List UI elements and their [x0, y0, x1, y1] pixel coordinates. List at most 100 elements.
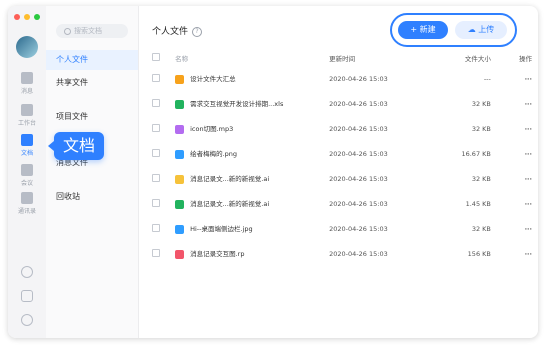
row-checkbox[interactable] [152, 191, 175, 216]
rail-item-label: 工作台 [17, 120, 36, 127]
file-size: 32 KB [471, 224, 491, 233]
more-actions-icon[interactable]: ··· [491, 241, 532, 266]
more-actions-icon[interactable]: ··· [491, 141, 532, 166]
file-name[interactable]: 绘者梅梅的.png [190, 150, 237, 158]
rail-item-messages[interactable]: 消息 [8, 72, 46, 95]
file-name[interactable]: icon切图.mp3 [190, 125, 233, 133]
row-checkbox[interactable] [152, 91, 175, 116]
more-actions-icon[interactable]: ··· [491, 116, 532, 141]
phone-icon[interactable] [21, 266, 33, 278]
icon-rail: 消息 工作台 文档 会议 通讯录 [8, 6, 47, 338]
row-checkbox[interactable] [152, 66, 175, 91]
select-all-checkbox[interactable] [152, 50, 175, 66]
file-name-cell: 设计文件大汇总 [175, 66, 329, 91]
more-icon[interactable] [21, 314, 33, 326]
file-time: 2020-04-26 15:03 [329, 199, 388, 208]
file-table: 名称 更新时间 文件大小 操作 设计文件大汇总 2020-04-26 15:03 -… [152, 50, 532, 266]
file-name[interactable]: Hi--桌面端侧边栏.jpg [190, 225, 253, 233]
table-row[interactable]: 消息记录文...新的新视觉.ai 2020-04-26 15:03 1.45 KB ·… [152, 191, 532, 216]
document-icon [21, 134, 33, 146]
docs-callout: 文档 [48, 132, 104, 160]
table-header: 名称 更新时间 文件大小 操作 [152, 50, 532, 66]
file-name[interactable]: 需求交互视觉开发设计排期...xls [190, 100, 283, 108]
page-title: 个人文件? [152, 24, 203, 37]
column-op: 操作 [519, 55, 532, 63]
row-checkbox[interactable] [152, 241, 175, 266]
more-actions-icon[interactable]: ··· [491, 191, 532, 216]
file-name-cell: 需求交互视觉开发设计排期...xls [175, 91, 329, 116]
file-size: 32 KB [471, 124, 491, 133]
more-actions-icon[interactable]: ··· [491, 216, 532, 241]
table-row[interactable]: Hi--桌面端侧边栏.jpg 2020-04-26 15:03 32 KB ··· [152, 216, 532, 241]
nav-item-shared[interactable]: 共享文件 [46, 73, 138, 93]
file-name-cell: Hi--桌面端侧边栏.jpg [175, 216, 329, 241]
upload-icon: ☁ [467, 25, 476, 34]
rail-item-docs[interactable]: 文档 [8, 134, 46, 157]
nav-item-personal[interactable]: 个人文件 [46, 50, 138, 70]
file-name-cell: 消息记录文...新的新视觉.ai [175, 166, 329, 191]
minimize-dot[interactable] [24, 14, 30, 20]
avatar[interactable] [16, 36, 38, 58]
upload-button[interactable]: ☁ 上传 [455, 21, 507, 39]
file-size: 32 KB [471, 99, 491, 108]
meeting-icon [21, 164, 33, 176]
rail-item-workspace[interactable]: 工作台 [8, 104, 46, 127]
maximize-dot[interactable] [34, 14, 40, 20]
close-dot[interactable] [14, 14, 20, 20]
column-time[interactable]: 更新时间 [329, 50, 452, 66]
file-time: 2020-04-26 15:03 [329, 174, 388, 183]
action-button-group: + 新建 ☁ 上传 [390, 13, 517, 47]
new-button-label: 新建 [419, 25, 436, 34]
file-name[interactable]: 消息记录文...新的新视觉.ai [190, 175, 269, 183]
row-checkbox[interactable] [152, 166, 175, 191]
row-checkbox[interactable] [152, 141, 175, 166]
search-input[interactable]: 搜索文档 [56, 24, 128, 38]
nav-item-project[interactable]: 项目文件 [46, 107, 138, 127]
file-name[interactable]: 消息记录交互图.rp [190, 250, 244, 258]
table-row[interactable]: 设计文件大汇总 2020-04-26 15:03 --- ··· [152, 66, 532, 91]
table-row[interactable]: 消息记录文...新的新视觉.ai 2020-04-26 15:03 32 KB ··· [152, 166, 532, 191]
rail-item-meeting[interactable]: 会议 [8, 164, 46, 187]
traffic-lights [14, 14, 40, 20]
message-icon [21, 72, 33, 84]
file-time: 2020-04-26 15:03 [329, 249, 388, 258]
column-size[interactable]: 文件大小 [452, 50, 491, 66]
rail-item-label: 文档 [20, 150, 33, 157]
rail-item-contacts[interactable]: 通讯录 [8, 192, 46, 215]
search-icon [64, 27, 71, 35]
workspace-icon [21, 104, 33, 116]
image-file-icon [175, 149, 185, 159]
file-name[interactable]: 设计文件大汇总 [190, 75, 236, 83]
new-button[interactable]: + 新建 [398, 21, 448, 39]
file-time: 2020-04-26 15:03 [329, 124, 388, 133]
nav-item-trash[interactable]: 回收站 [46, 187, 138, 207]
file-name[interactable]: 消息记录文...新的新视觉.ai [190, 200, 269, 208]
rail-item-label: 通讯录 [17, 208, 36, 215]
file-time: 2020-04-26 15:03 [329, 99, 388, 108]
contacts-icon [21, 192, 33, 204]
row-checkbox[interactable] [152, 216, 175, 241]
main-panel: 个人文件? + 新建 ☁ 上传 名称 更新时间 文件大小 操作 设计文件大汇总 2… [139, 6, 538, 338]
more-actions-icon[interactable]: ··· [491, 66, 532, 91]
column-name[interactable]: 名称 [175, 50, 329, 66]
plus-icon: + [410, 25, 418, 34]
ai-file-icon [175, 174, 185, 184]
help-icon[interactable]: ? [192, 26, 203, 37]
file-size: --- [483, 74, 491, 83]
file-time: 2020-04-26 15:03 [329, 149, 388, 158]
table-row[interactable]: 需求交互视觉开发设计排期...xls 2020-04-26 15:03 32 KB ·… [152, 91, 532, 116]
table-row[interactable]: 消息记录交互图.rp 2020-04-26 15:03 156 KB ··· [152, 241, 532, 266]
more-actions-icon[interactable]: ··· [491, 91, 532, 116]
more-actions-icon[interactable]: ··· [491, 166, 532, 191]
rail-item-label: 会议 [20, 180, 33, 187]
upload-button-label: 上传 [478, 25, 495, 34]
table-row[interactable]: icon切图.mp3 2020-04-26 15:03 32 KB ··· [152, 116, 532, 141]
file-name-cell: 消息记录文...新的新视觉.ai [175, 191, 329, 216]
table-row[interactable]: 绘者梅梅的.png 2020-04-26 15:03 16.67 KB ··· [152, 141, 532, 166]
audio-file-icon [175, 124, 185, 134]
file-name-cell: 绘者梅梅的.png [175, 141, 329, 166]
bookmark-icon[interactable] [21, 290, 33, 302]
file-time: 2020-04-26 15:03 [329, 224, 388, 233]
file-size: 16.67 KB [461, 149, 491, 158]
row-checkbox[interactable] [152, 116, 175, 141]
